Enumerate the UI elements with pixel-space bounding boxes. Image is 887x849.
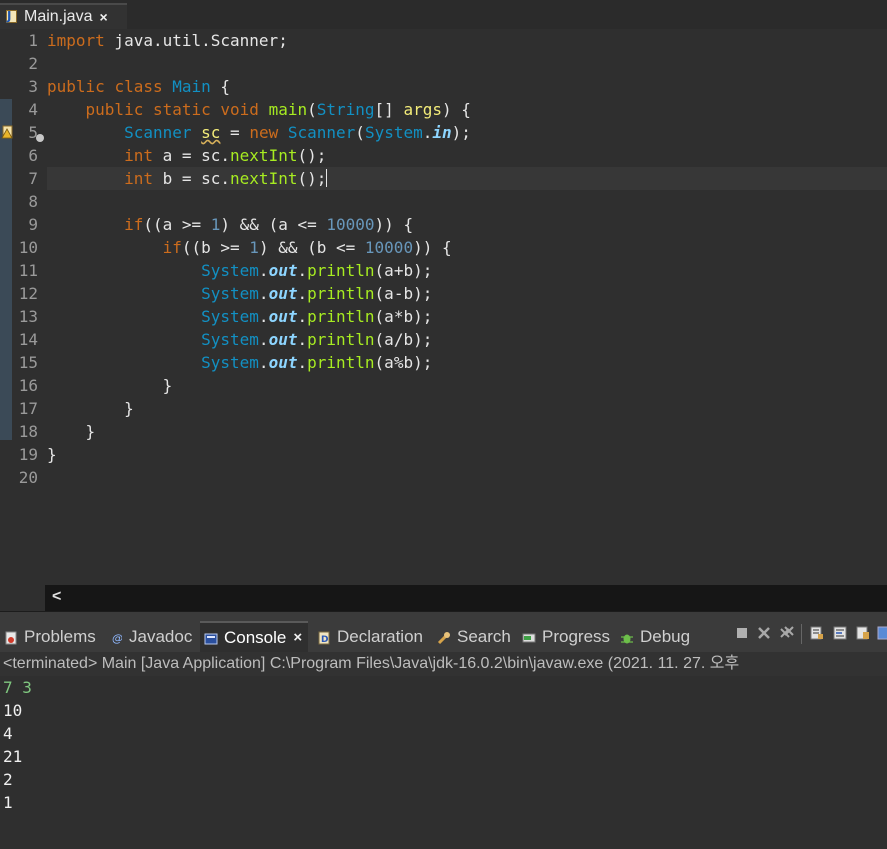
console-output[interactable]: 7 3 10 4 21 2 1 [0,676,887,849]
console-icon [204,631,218,645]
line-number: 6 [28,146,38,165]
console-input-line: 7 3 [3,678,32,697]
line-number: 2 [28,54,38,73]
line-number: 1 [28,31,38,50]
line-number: 19 [18,445,38,464]
code-editor[interactable]: 1 2 3 4 5 6 7 8 9 10 11 12 13 14 15 16 1… [0,29,887,585]
editor-tab-label: Main.java [24,8,93,25]
svg-text:D: D [321,635,328,645]
line-number: 15 [18,353,38,372]
close-icon[interactable]: × [99,9,107,25]
terminate-icon[interactable] [735,626,749,640]
tab-search[interactable]: Search [437,624,511,650]
tab-label: Debug [640,627,691,646]
console-output-line: 10 [3,701,23,720]
line-number: 14 [18,330,38,349]
line-number: 13 [18,307,38,326]
line-number: 8 [28,192,38,211]
tab-label: Console [224,627,287,647]
line-number: 9 [28,215,38,234]
code-line: System.out.println(a-b); [201,284,433,303]
console-output-line: 21 [3,747,23,766]
line-number: 3 [28,77,38,96]
code-line: } [85,422,96,441]
tab-debug[interactable]: Debug [620,624,690,650]
line-number: 5 [28,123,38,142]
search-icon [437,630,451,645]
scroll-lock-icon[interactable] [810,626,824,640]
tab-label: Javadoc [129,627,193,646]
code-line: System.out.println(a/b); [201,330,433,349]
line-number-gutter: 1 2 3 4 5 6 7 8 9 10 11 12 13 14 15 16 1… [12,29,38,489]
line-number: 18 [18,422,38,441]
code-line: } [124,399,134,418]
code-line: } [162,376,173,395]
tab-console[interactable]: Console × [200,621,309,652]
code-line: import java.util.Scanner; [47,31,288,50]
code-line: System.out.println(a%b); [201,353,433,372]
show-on-output-icon[interactable] [856,626,870,640]
debug-icon [620,630,634,644]
line-number: 4 [28,100,38,119]
tab-javadoc[interactable]: @ Javadoc [112,624,192,650]
tab-label: Declaration [337,627,423,646]
line-number: 17 [18,399,38,418]
code-area[interactable]: import java.util.Scanner; public class M… [47,29,887,489]
console-process-label: <terminated> Main [Java Application] C:\… [0,652,887,676]
code-line: } [47,445,57,464]
progress-icon [522,630,536,644]
line-number: 10 [18,238,38,257]
javadoc-icon: @ [112,630,123,645]
tab-problems[interactable]: Problems [4,624,96,650]
code-line: int a = sc.nextInt(); [124,146,327,165]
editor-tab-bar: J Main.java × [0,0,887,29]
console-output-line: 2 [3,770,13,789]
remove-launch-icon[interactable] [757,626,771,640]
console-output-line: 4 [3,724,13,743]
remove-all-terminated-icon[interactable] [780,626,794,640]
toolbar-separator [801,624,802,644]
editor-tab-main-java[interactable]: J Main.java × [0,3,127,29]
tab-label: Problems [24,627,96,646]
java-file-icon: J [4,9,19,25]
problems-icon [4,630,18,645]
line-number: 12 [18,284,38,303]
scope-highlight-bar [0,99,12,440]
tab-label: Search [457,627,511,646]
line-number: 7 [28,169,38,188]
pin-console-icon[interactable] [877,626,887,640]
line-number: 16 [18,376,38,395]
horizontal-scrollbar[interactable]: < [45,585,887,611]
tab-progress[interactable]: Progress [522,624,610,650]
code-line: public static void main(String[] args) { [85,100,471,119]
text-caret [326,169,328,187]
word-wrap-icon[interactable] [833,626,847,640]
tab-label: Progress [542,627,611,646]
current-code-line: int b = sc.nextInt(); [47,167,887,190]
svg-text:@: @ [112,632,122,645]
views-tab-bar: Problems @ Javadoc Console × D Declarati… [0,611,887,652]
tab-declaration[interactable]: D Declaration [317,624,423,650]
code-line: public class Main { [47,77,231,96]
console-output-line: 1 [3,793,13,812]
declaration-icon: D [317,630,331,645]
close-icon[interactable]: × [293,629,302,646]
code-line: System.out.println(a+b); [201,261,433,280]
code-line: if((a >= 1) && (a <= 10000)) { [124,215,414,234]
code-line: if((b >= 1) && (b <= 10000)) { [162,238,452,257]
line-number: 20 [18,468,38,487]
scroll-left-icon[interactable]: < [52,588,61,606]
line-number: 11 [18,261,38,280]
code-line: Scanner sc = new Scanner(System.in); [124,123,471,142]
code-line: System.out.println(a*b); [201,307,433,326]
